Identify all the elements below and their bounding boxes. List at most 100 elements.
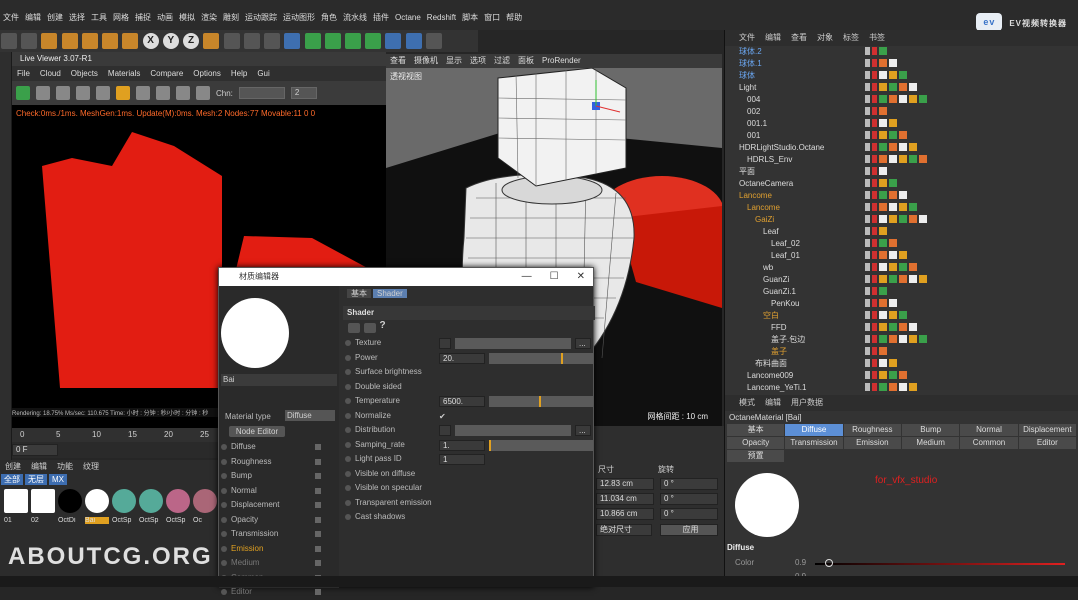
object-row[interactable]: Light — [725, 82, 1078, 94]
visibility-icon[interactable] — [865, 335, 870, 343]
tag-icon[interactable] — [899, 311, 907, 319]
channel-checkbox[interactable] — [315, 473, 321, 479]
viewport-menu-item[interactable]: 显示 — [446, 56, 462, 65]
channel-checkbox[interactable] — [315, 545, 321, 552]
value-slider[interactable] — [489, 396, 593, 407]
tag-icon[interactable] — [899, 83, 907, 91]
prop-dot[interactable] — [345, 340, 351, 346]
visibility-icon[interactable] — [872, 311, 877, 319]
move-tool-icon[interactable] — [61, 33, 78, 49]
object-name[interactable]: PenKou — [771, 298, 799, 310]
menu-item[interactable]: 模拟 — [176, 10, 198, 26]
material-thumb[interactable] — [58, 489, 82, 513]
slider-handle[interactable] — [561, 352, 563, 364]
prop-dot[interactable] — [345, 470, 351, 477]
tag-icon[interactable] — [889, 59, 897, 67]
visibility-icon[interactable] — [865, 239, 870, 247]
visibility-icon[interactable] — [872, 95, 877, 103]
deformer-icon[interactable] — [365, 33, 382, 49]
menu-item[interactable]: 雕刻 — [220, 10, 242, 26]
render-picture-icon[interactable] — [243, 33, 260, 49]
tag-icon[interactable] — [909, 323, 917, 331]
menu-item[interactable]: 捕捉 — [132, 10, 154, 26]
menu-item[interactable]: 渲染 — [198, 10, 220, 26]
tag-icon[interactable] — [879, 131, 887, 139]
object-name[interactable]: wb — [763, 262, 773, 274]
tag-icon[interactable] — [889, 323, 897, 331]
visibility-icon[interactable] — [872, 263, 877, 271]
menu-item[interactable]: 窗口 — [481, 10, 503, 26]
tag-icon[interactable] — [899, 323, 907, 331]
rot-p-field[interactable]: 0 ° — [660, 493, 718, 505]
texture-button[interactable] — [439, 425, 451, 436]
tag-icon[interactable] — [889, 299, 897, 307]
material-pick-icon[interactable] — [196, 86, 210, 100]
mb-tab[interactable]: 全部 — [1, 474, 23, 485]
render-start-icon[interactable] — [16, 86, 30, 100]
menu-item[interactable]: 创建 — [44, 10, 66, 26]
channel-checkbox[interactable] — [315, 444, 321, 450]
visibility-icon[interactable] — [865, 71, 870, 79]
tag-icon[interactable] — [899, 263, 907, 271]
shader-tool-a-icon[interactable] — [348, 323, 360, 333]
tag-icon[interactable] — [879, 347, 887, 355]
prop-dot[interactable] — [345, 412, 351, 419]
visibility-icon[interactable] — [872, 131, 877, 139]
object-row[interactable]: Lancome — [725, 202, 1078, 214]
chn-value[interactable]: 2 — [290, 87, 317, 99]
attr-menu-item[interactable]: 用户数据 — [791, 398, 823, 407]
object-row[interactable]: 盖子.包边 — [725, 334, 1078, 346]
menu-item[interactable]: 帮助 — [503, 10, 525, 26]
attr-tab[interactable]: 基本 — [727, 424, 785, 436]
visibility-icon[interactable] — [872, 107, 877, 115]
visibility-icon[interactable] — [872, 83, 877, 91]
material-thumb[interactable] — [4, 489, 28, 513]
object-row[interactable]: FFD — [725, 322, 1078, 334]
texture-menu[interactable]: ... — [575, 338, 591, 349]
object-row[interactable]: 004 — [725, 94, 1078, 106]
focus-icon[interactable] — [176, 86, 190, 100]
attr-tab[interactable]: Common — [960, 437, 1018, 449]
om-menu-item[interactable]: 文件 — [739, 33, 755, 42]
channel-checkbox[interactable] — [315, 589, 321, 595]
attr-tab[interactable]: Transmission — [785, 437, 843, 449]
prop-dot[interactable] — [345, 383, 351, 390]
object-name[interactable]: Leaf — [763, 226, 779, 238]
tag-icon[interactable] — [889, 383, 897, 391]
region-icon[interactable] — [136, 86, 150, 100]
visibility-icon[interactable] — [865, 383, 870, 391]
tag-icon[interactable] — [879, 215, 887, 223]
lv-menu-item[interactable]: Options — [193, 69, 221, 78]
tag-icon[interactable] — [889, 83, 897, 91]
tag-icon[interactable] — [919, 275, 927, 283]
mb-menu-item[interactable]: 创建 — [5, 462, 21, 471]
tag-icon[interactable] — [899, 203, 907, 211]
object-row[interactable]: 球体.1 — [725, 58, 1078, 70]
viewport-menu-item[interactable]: ProRender — [542, 56, 581, 65]
menu-item[interactable]: 动画 — [154, 10, 176, 26]
channel-row[interactable]: Editor — [219, 585, 339, 600]
menu-item[interactable]: 选择 — [66, 10, 88, 26]
visibility-icon[interactable] — [872, 371, 877, 379]
material-thumb[interactable] — [31, 489, 55, 513]
tag-icon[interactable] — [879, 155, 887, 163]
render-settings-icon[interactable] — [264, 33, 281, 49]
attr-tab[interactable]: 预置 — [727, 450, 785, 462]
object-row[interactable]: 空白 — [725, 310, 1078, 322]
select-tool-icon[interactable] — [41, 33, 58, 49]
om-menu-item[interactable]: 标签 — [843, 33, 859, 42]
object-name[interactable]: OctaneCamera — [739, 178, 793, 190]
mb-tab[interactable]: 无层 — [25, 474, 47, 485]
visibility-icon[interactable] — [872, 359, 877, 367]
tag-icon[interactable] — [889, 275, 897, 283]
tag-icon[interactable] — [879, 83, 887, 91]
lv-menu-item[interactable]: Cloud — [40, 69, 61, 78]
visibility-icon[interactable] — [872, 335, 877, 343]
object-name[interactable]: 盖子.包边 — [771, 334, 805, 346]
tag-icon[interactable] — [889, 155, 897, 163]
visibility-icon[interactable] — [872, 143, 877, 151]
tag-icon[interactable] — [889, 119, 897, 127]
menu-item[interactable]: 运动图形 — [280, 10, 318, 26]
visibility-icon[interactable] — [872, 179, 877, 187]
visibility-icon[interactable] — [865, 299, 870, 307]
